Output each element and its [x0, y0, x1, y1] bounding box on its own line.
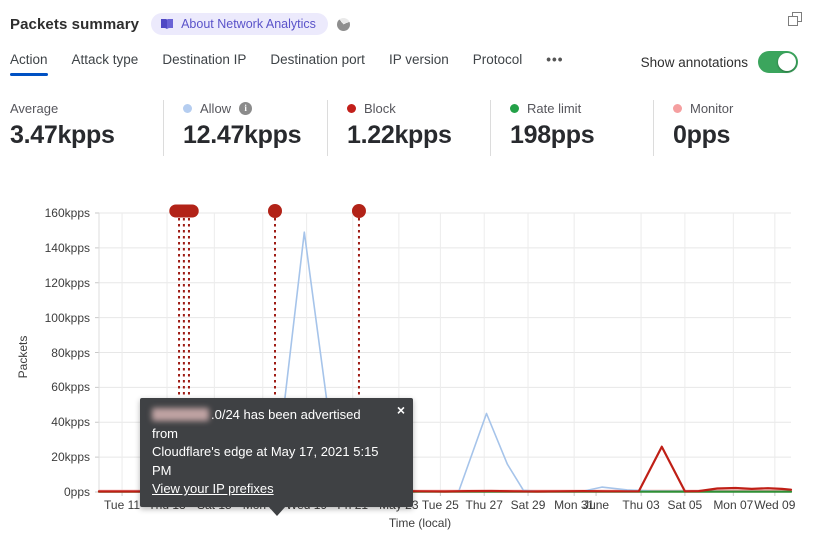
stat-rate-limit: Rate limit 198pps	[510, 100, 595, 150]
stat-value: 1.22kpps	[347, 121, 452, 149]
tab-more-ellipsis[interactable]: •••	[546, 52, 563, 76]
redacted-ip-prefix	[152, 408, 209, 421]
tooltip-caret	[268, 505, 286, 516]
packets-time-series-chart: Packets Time (local) × .0/24 has been ad…	[0, 195, 816, 545]
close-icon[interactable]: ×	[397, 401, 405, 419]
badge-label: About Network Analytics	[181, 17, 316, 31]
stat-value: 12.47kpps	[183, 121, 302, 149]
y-tick-label: 100kpps	[44, 310, 90, 325]
status-pie-icon	[336, 17, 350, 31]
y-tick-label: 60kpps	[51, 380, 90, 395]
y-tick-label: 140kpps	[44, 240, 90, 255]
annotation-tooltip: × .0/24 has been advertised from Cloudfl…	[140, 398, 413, 516]
show-annotations-label: Show annotations	[640, 54, 748, 70]
popout-icon[interactable]	[788, 12, 804, 28]
show-annotations-toggle[interactable]	[758, 51, 798, 73]
stat-label: Average	[10, 100, 59, 116]
stat-label: Allow	[200, 100, 232, 116]
x-axis-title: Time (local)	[388, 516, 452, 530]
divider	[653, 100, 654, 156]
stat-value: 3.47kpps	[10, 121, 115, 149]
tab-ip-version[interactable]: IP version	[389, 52, 449, 76]
tab-protocol[interactable]: Protocol	[473, 52, 523, 76]
about-network-analytics-badge[interactable]: About Network Analytics	[151, 13, 328, 35]
divider	[327, 100, 328, 156]
y-tick-label: 160kpps	[44, 206, 90, 220]
stat-monitor: Monitor 0pps	[673, 100, 733, 150]
stat-allow: Allow i 12.47kpps	[183, 100, 302, 150]
divider	[163, 100, 164, 156]
book-icon	[160, 18, 174, 30]
y-tick-label: 80kpps	[51, 345, 90, 360]
stat-block: Block 1.22kpps	[347, 100, 452, 150]
stat-average: Average 3.47kpps	[10, 100, 115, 150]
tab-attack-type[interactable]: Attack type	[72, 52, 139, 76]
tab-destination-port[interactable]: Destination port	[270, 52, 365, 76]
tooltip-text-line2: Cloudflare's edge at May 17, 2021 5:15 P…	[152, 444, 379, 478]
divider	[490, 100, 491, 156]
header: Packets summary About Network Analytics	[10, 10, 806, 38]
stat-value: 0pps	[673, 121, 731, 149]
dimension-tabs: Action Attack type Destination IP Destin…	[10, 52, 563, 76]
y-tick-label: 40kpps	[51, 415, 90, 430]
monitor-series-dot	[673, 103, 682, 113]
block-series-dot	[347, 103, 356, 113]
stat-label: Rate limit	[527, 100, 582, 116]
y-tick-label: 0pps	[63, 485, 90, 499]
stat-value: 198pps	[510, 121, 595, 149]
info-icon[interactable]: i	[239, 101, 253, 115]
tab-destination-ip[interactable]: Destination IP	[162, 52, 246, 76]
stat-label: Monitor	[690, 100, 734, 116]
tab-action[interactable]: Action	[10, 52, 48, 76]
stat-label: Block	[364, 100, 396, 116]
stats-row: Average 3.47kpps Allow i 12.47kpps Block…	[0, 97, 816, 159]
allow-series-dot	[183, 103, 192, 113]
view-ip-prefixes-link[interactable]: View your IP prefixes	[152, 481, 274, 496]
y-tick-label: 120kpps	[44, 275, 90, 290]
toggle-knob	[778, 53, 796, 71]
page-title: Packets summary	[10, 15, 140, 33]
active-tab-underline	[10, 73, 48, 76]
y-tick-label: 20kpps	[51, 450, 90, 465]
rate-limit-series-dot	[510, 103, 519, 113]
show-annotations-control: Show annotations	[641, 51, 798, 73]
network-analytics-panel: Packets summary About Network Analytics …	[0, 0, 816, 545]
x-tick-label: Wed 09	[754, 498, 796, 512]
